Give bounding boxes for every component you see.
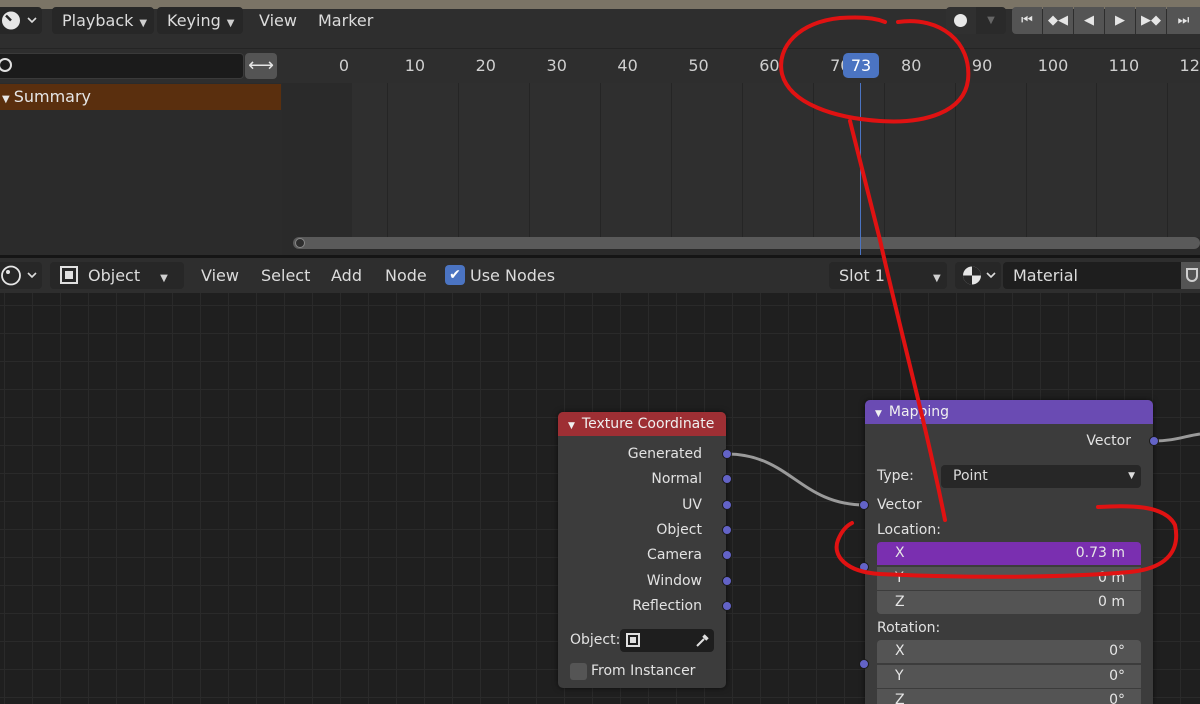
rotation-x-field[interactable]: X 0° — [877, 640, 1141, 663]
location-y-field[interactable]: Y 0 m — [877, 566, 1141, 590]
vector-output-socket[interactable] — [1149, 436, 1159, 446]
location-input-socket[interactable] — [859, 562, 869, 572]
axis-value: 0° — [1109, 692, 1125, 704]
from-instancer-checkbox[interactable] — [570, 663, 587, 680]
rotation-input-socket[interactable] — [859, 659, 869, 669]
chevron-down-icon: ▼ — [1128, 471, 1135, 481]
object-icon — [626, 633, 640, 647]
collapse-icon: ▼ — [875, 409, 882, 419]
output-label-reflection: Reflection — [632, 597, 702, 614]
axis-label: Y — [895, 667, 904, 684]
axis-value: 0.73 m — [1075, 545, 1125, 561]
rotation-label: Rotation: — [877, 620, 941, 636]
texture-coordinate-header[interactable]: ▼ Texture Coordinate — [558, 412, 726, 436]
output-socket-object[interactable] — [722, 524, 732, 535]
output-socket-uv[interactable] — [722, 499, 732, 510]
axis-label: Z — [895, 692, 905, 704]
output-socket-window[interactable] — [722, 575, 732, 586]
output-socket-reflection[interactable] — [722, 600, 732, 611]
location-x-field[interactable]: X 0.73 m — [877, 542, 1141, 565]
mapping-node[interactable]: ▼ Mapping Vector Type: Point ▼ Vector Loca… — [859, 400, 1159, 704]
type-label: Type: — [877, 468, 914, 484]
axis-value: 0 m — [1098, 569, 1125, 586]
axis-label: Z — [895, 594, 905, 610]
eyedropper-icon[interactable] — [694, 632, 710, 648]
output-label-normal: Normal — [651, 471, 702, 488]
collapse-icon: ▼ — [568, 421, 575, 431]
output-label-object: Object — [656, 521, 702, 538]
type-dropdown[interactable]: Point ▼ — [941, 465, 1141, 488]
mapping-header[interactable]: ▼ Mapping — [865, 400, 1153, 424]
axis-label: X — [895, 545, 905, 561]
axis-value: 0° — [1109, 667, 1125, 684]
vector-input-label: Vector — [877, 497, 922, 513]
vector-output-label: Vector — [1086, 433, 1131, 449]
rotation-y-field[interactable]: Y 0° — [877, 664, 1141, 688]
output-label-camera: Camera — [647, 547, 702, 564]
from-instancer-label: From Instancer — [591, 663, 696, 679]
output-label-uv: UV — [682, 496, 702, 513]
object-label: Object: — [570, 632, 621, 648]
location-z-field[interactable]: Z 0 m — [877, 591, 1141, 614]
axis-value: 0° — [1109, 643, 1125, 659]
output-label-window: Window — [646, 572, 702, 589]
output-socket-generated[interactable] — [722, 449, 732, 459]
rotation-z-field[interactable]: Z 0° — [877, 689, 1141, 704]
axis-value: 0 m — [1098, 594, 1125, 610]
axis-label: Y — [895, 569, 904, 586]
location-label: Location: — [877, 522, 941, 538]
axis-label: X — [895, 643, 905, 659]
texture-coordinate-node[interactable]: ▼ Texture Coordinate Generated Normal UV Obj… — [558, 412, 732, 688]
output-label-generated: Generated — [627, 446, 702, 462]
object-picker-field[interactable] — [620, 629, 714, 652]
vector-input-socket[interactable] — [859, 500, 869, 510]
